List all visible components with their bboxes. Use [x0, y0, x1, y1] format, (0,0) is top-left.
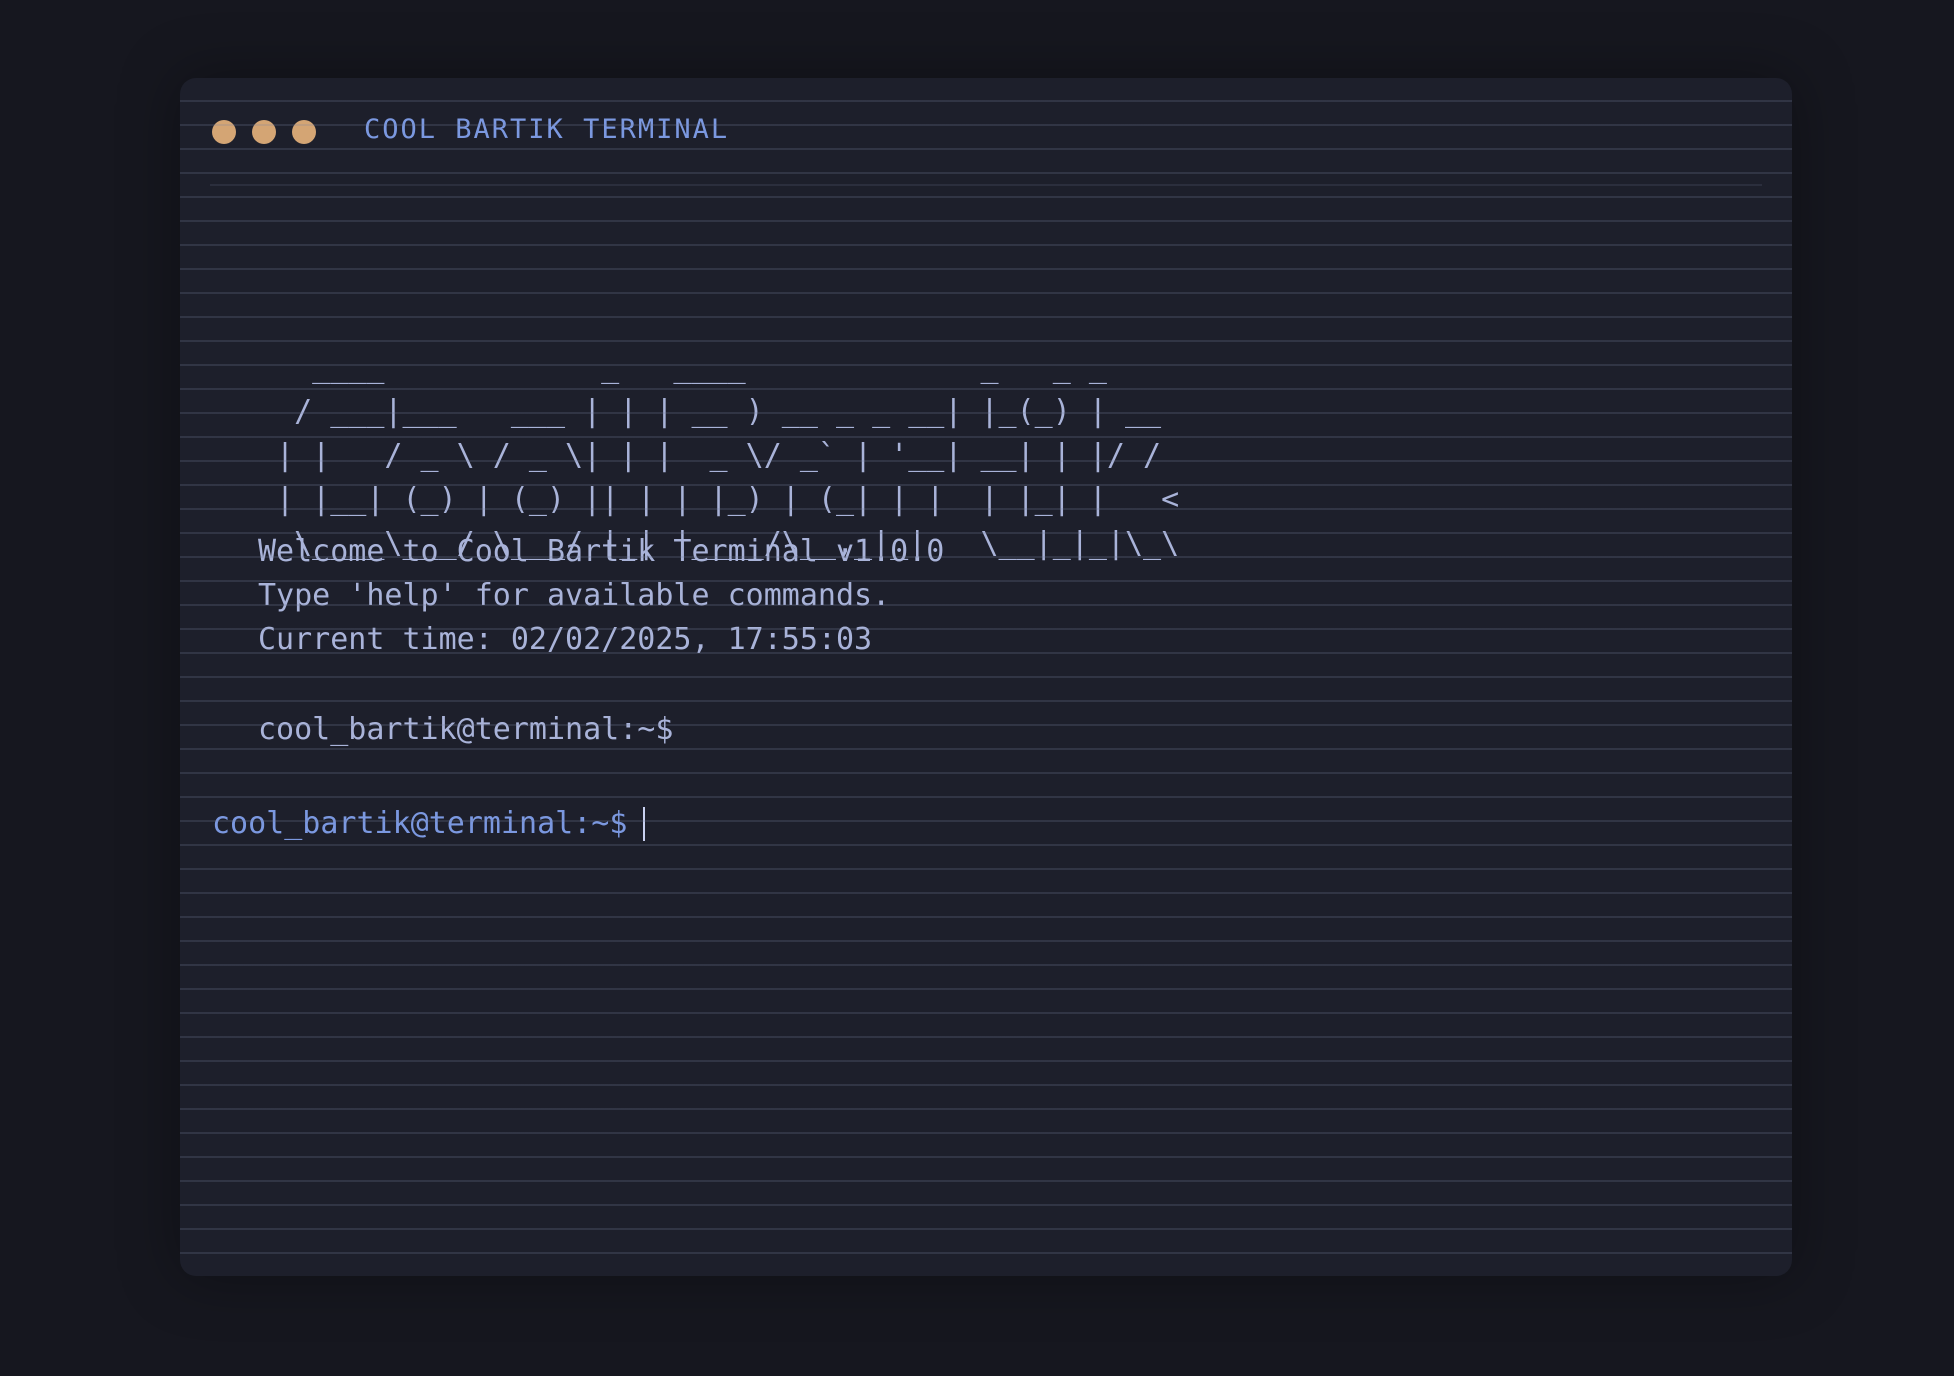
title-bar: COOL BARTIK TERMINAL: [180, 78, 1792, 184]
help-hint-line: Type 'help' for available commands.: [258, 578, 891, 613]
terminal-window: COOL BARTIK TERMINAL ____ _ ____ _ _ _ /…: [180, 78, 1792, 1276]
command-input-line[interactable]: cool_bartik@terminal:~$: [212, 806, 646, 841]
text-cursor: [643, 806, 646, 841]
previous-prompt-line: cool_bartik@terminal:~$: [258, 712, 674, 747]
current-time-line: Current time: 02/02/2025, 17:55:03: [258, 622, 873, 657]
title-divider: [210, 184, 1762, 186]
ascii-banner: ____ _ ____ _ _ _ / ___|___ ___ | | | __…: [276, 350, 1180, 561]
prompt-label: cool_bartik@terminal:~$: [212, 806, 628, 841]
maximize-dot-icon[interactable]: [292, 120, 316, 144]
minimize-dot-icon[interactable]: [252, 120, 276, 144]
scanline-overlay: [180, 78, 1792, 1276]
window-title: COOL BARTIK TERMINAL: [364, 114, 730, 145]
close-dot-icon[interactable]: [212, 120, 236, 144]
welcome-line: Welcome to Cool Bartik Terminal v1.0.0: [258, 534, 945, 569]
